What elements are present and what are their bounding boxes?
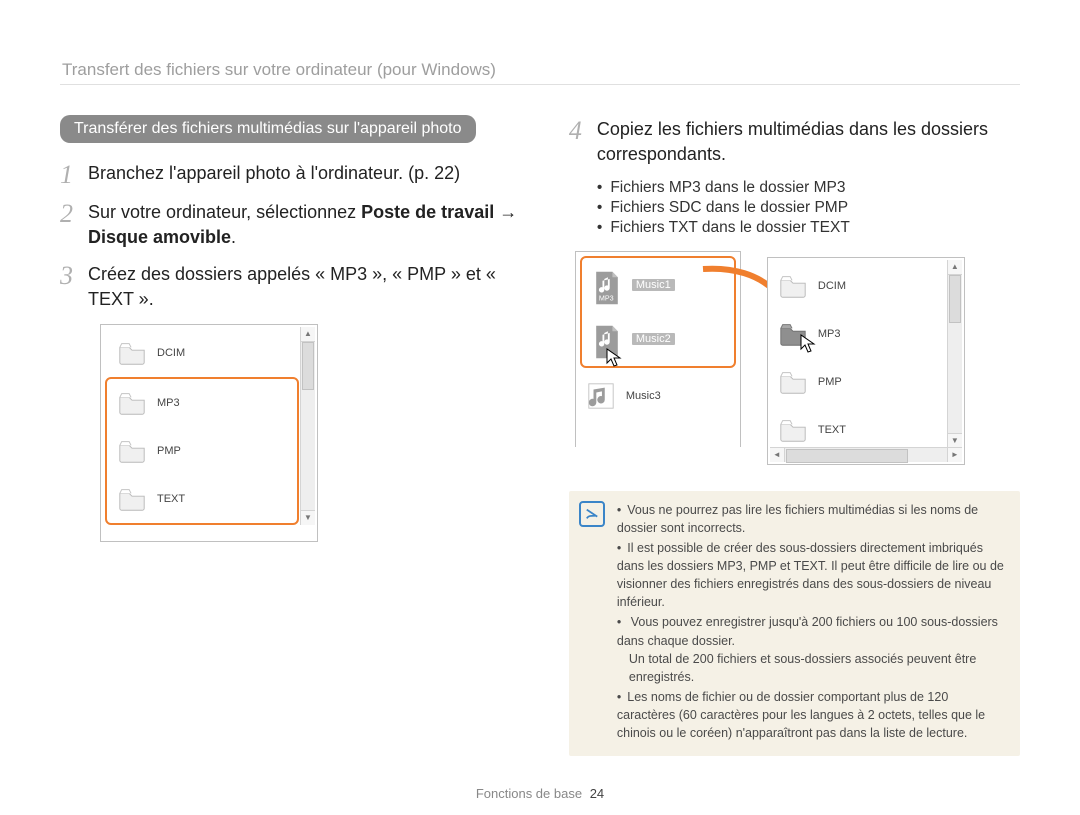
step-text: Sur votre ordinateur, sélectionnez Poste…: [88, 200, 533, 250]
step-1: 1 Branchez l'appareil photo à l'ordinate…: [60, 161, 533, 188]
scrollbar-vertical[interactable]: ▲ ▼: [300, 327, 315, 525]
folder-row-pmp: PMP: [107, 427, 297, 475]
text: .: [231, 227, 236, 247]
note-item: Il est possible de créer des sous-dossie…: [617, 539, 1004, 612]
section-pill: Transférer des fichiers multimédias sur …: [60, 115, 476, 143]
scroll-down-icon[interactable]: ▼: [301, 510, 315, 525]
bold-text: Poste de travail: [361, 202, 494, 222]
text: Sur votre ordinateur, sélectionnez: [88, 202, 361, 222]
page-number: 24: [590, 786, 604, 801]
arrow: →: [494, 202, 517, 222]
scroll-thumb[interactable]: [786, 449, 908, 463]
scroll-thumb[interactable]: [302, 342, 314, 390]
step-text: Copiez les fichiers multimédias dans les…: [597, 117, 1020, 167]
text: Vous pouvez enregistrer jusqu'à 200 fich…: [617, 615, 998, 647]
folder-icon: [117, 484, 147, 514]
text: Un total de 200 fichiers et sous-dossier…: [629, 650, 1004, 686]
folder-row-dcim: DCIM: [107, 329, 299, 377]
bullet-sdc: Fichiers SDC dans le dossier PMP: [597, 199, 1020, 217]
file-label-selected: Music2: [632, 333, 675, 345]
scroll-left-icon[interactable]: ◄: [770, 448, 785, 462]
mp3-file-icon: MP3: [592, 270, 622, 300]
step-number: 2: [60, 200, 88, 227]
step-4: 4 Copiez les fichiers multimédias dans l…: [569, 117, 1020, 167]
bold-text: Disque amovible: [88, 227, 231, 247]
highlight-selected-files: MP3 Music1 Music2: [580, 256, 736, 368]
explorer-window-left: ▲ ▼ DCIM MP3: [100, 324, 318, 542]
scroll-up-icon[interactable]: ▲: [301, 327, 315, 342]
music-file-icon: [586, 381, 616, 411]
scrollbar-horizontal[interactable]: ◄ ►: [770, 447, 962, 462]
folder-label: TEXT: [818, 424, 846, 436]
folder-label: MP3: [818, 328, 841, 340]
cursor-icon: [800, 334, 816, 354]
note-icon: [579, 501, 605, 527]
folder-icon: [117, 388, 147, 418]
folder-icon: [778, 271, 808, 301]
note-box: Vous ne pourrez pas lire les fichiers mu…: [569, 491, 1020, 757]
step-2: 2 Sur votre ordinateur, sélectionnez Pos…: [60, 200, 533, 250]
folder-label: DCIM: [157, 347, 185, 359]
folder-label: TEXT: [157, 493, 185, 505]
step-number: 4: [569, 117, 597, 144]
file-row-music3: Music3: [576, 372, 740, 420]
file-row-music1: MP3 Music1: [582, 258, 734, 312]
folder-icon: [778, 415, 808, 445]
scroll-right-icon[interactable]: ►: [947, 448, 962, 462]
breadcrumb: Transfert des fichiers sur votre ordinat…: [60, 60, 1020, 85]
cursor-icon: [606, 348, 622, 368]
folder-row-pmp: PMP: [768, 358, 964, 406]
bullet-mp3: Fichiers MP3 dans le dossier MP3: [597, 179, 1020, 197]
explorer-window-destination: ▲ ▼ ◄ ► DCIM: [767, 257, 965, 465]
step-3: 3 Créez des dossiers appelés « MP3 », « …: [60, 262, 533, 312]
copy-diagram: MP3 Music1 Music2: [575, 251, 1020, 469]
folder-label: PMP: [818, 376, 842, 388]
note-item: Vous ne pourrez pas lire les fichiers mu…: [617, 501, 1004, 537]
folder-row-text: TEXT: [107, 475, 297, 523]
explorer-window-source: MP3 Music1 Music2: [575, 251, 741, 447]
file-label-selected: Music1: [632, 279, 675, 291]
svg-text:MP3: MP3: [599, 293, 614, 302]
page-footer: Fonctions de base 24: [0, 786, 1080, 801]
step-text: Créez des dossiers appelés « MP3 », « PM…: [88, 262, 533, 312]
file-label: Music3: [626, 390, 661, 402]
note-item: Vous pouvez enregistrer jusqu'à 200 fich…: [617, 613, 1004, 686]
folder-label: PMP: [157, 445, 181, 457]
folder-icon: [117, 338, 147, 368]
bullet-txt: Fichiers TXT dans le dossier TEXT: [597, 219, 1020, 237]
step-number: 1: [60, 161, 88, 188]
folder-row-dcim: DCIM: [768, 262, 964, 310]
scroll-up-icon[interactable]: ▲: [948, 260, 962, 275]
folder-icon: [117, 436, 147, 466]
folder-row-mp3: MP3: [107, 379, 297, 427]
file-row-music2: Music2: [582, 312, 734, 366]
step-4-sub-bullets: Fichiers MP3 dans le dossier MP3 Fichier…: [597, 179, 1020, 237]
folder-icon: [778, 367, 808, 397]
scroll-down-icon[interactable]: ▼: [948, 433, 962, 448]
note-item: Les noms de fichier ou de dossier compor…: [617, 688, 1004, 742]
highlight-new-folders: MP3 PMP TEXT: [105, 377, 299, 525]
step-number: 3: [60, 262, 88, 289]
footer-section: Fonctions de base: [476, 786, 582, 801]
folder-row-mp3-drop: MP3: [768, 310, 964, 358]
step-text: Branchez l'appareil photo à l'ordinateur…: [88, 161, 533, 186]
folder-label: DCIM: [818, 280, 846, 292]
folder-label: MP3: [157, 397, 180, 409]
